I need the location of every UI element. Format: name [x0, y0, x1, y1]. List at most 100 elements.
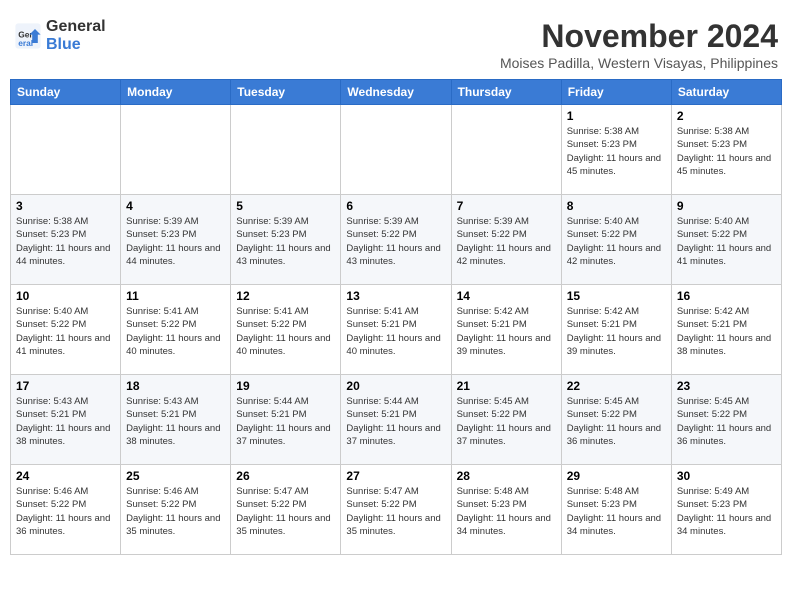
day-info: Sunrise: 5:43 AM Sunset: 5:21 PM Dayligh… [16, 395, 115, 448]
calendar-cell: 7 Sunrise: 5:39 AM Sunset: 5:22 PM Daylig… [451, 195, 561, 285]
day-of-week-header: Monday [121, 80, 231, 105]
day-info: Sunrise: 5:40 AM Sunset: 5:22 PM Dayligh… [16, 305, 115, 358]
calendar-cell: 23Sunrise: 5:45 AM Sunset: 5:22 PM Dayli… [671, 375, 781, 465]
day-of-week-header: Sunday [11, 80, 121, 105]
day-info: Sunrise: 5:46 AM Sunset: 5:22 PM Dayligh… [16, 485, 115, 538]
calendar-cell: 11Sunrise: 5:41 AM Sunset: 5:22 PM Dayli… [121, 285, 231, 375]
day-number: 21 [457, 379, 556, 393]
calendar-cell: 16 Sunrise: 5:42 AM Sunset: 5:21 PM Dayli… [671, 285, 781, 375]
day-info: Sunrise: 5:44 AM Sunset: 5:21 PM Dayligh… [236, 395, 335, 448]
day-number: 3 [16, 199, 115, 213]
day-number: 19 [236, 379, 335, 393]
day-info: Sunrise: 5:41 AM Sunset: 5:21 PM Dayligh… [346, 305, 445, 358]
day-info: Sunrise: 5:38 AM Sunset: 5:23 PM Dayligh… [677, 125, 776, 178]
day-info: Sunrise: 5:43 AM Sunset: 5:21 PM Dayligh… [126, 395, 225, 448]
day-info: Sunrise: 5:42 AM Sunset: 5:21 PM Dayligh… [457, 305, 556, 358]
day-number: 13 [346, 289, 445, 303]
day-number: 30 [677, 469, 776, 483]
calendar-cell: 28Sunrise: 5:48 AM Sunset: 5:23 PM Dayli… [451, 465, 561, 555]
day-info: Sunrise: 5:42 AM Sunset: 5:21 PM Dayligh… [677, 305, 776, 358]
day-number: 12 [236, 289, 335, 303]
day-number: 11 [126, 289, 225, 303]
day-number: 18 [126, 379, 225, 393]
logo-icon: Gen eral [14, 22, 42, 50]
calendar-cell: 15Sunrise: 5:42 AM Sunset: 5:21 PM Dayli… [561, 285, 671, 375]
calendar-cell: 25 Sunrise: 5:46 AM Sunset: 5:22 PM Dayli… [121, 465, 231, 555]
day-of-week-header: Tuesday [231, 80, 341, 105]
day-of-week-header: Thursday [451, 80, 561, 105]
calendar-cell: 10 Sunrise: 5:40 AM Sunset: 5:22 PM Dayli… [11, 285, 121, 375]
day-number: 15 [567, 289, 666, 303]
day-info: Sunrise: 5:47 AM Sunset: 5:22 PM Dayligh… [236, 485, 335, 538]
calendar-cell: 30 Sunrise: 5:49 AM Sunset: 5:23 PM Dayli… [671, 465, 781, 555]
day-number: 25 [126, 469, 225, 483]
calendar-cell: 8 Sunrise: 5:40 AM Sunset: 5:22 PM Daylig… [561, 195, 671, 285]
calendar-cell: 9 Sunrise: 5:40 AM Sunset: 5:22 PM Daylig… [671, 195, 781, 285]
calendar-cell: 22Sunrise: 5:45 AM Sunset: 5:22 PM Dayli… [561, 375, 671, 465]
day-info: Sunrise: 5:39 AM Sunset: 5:23 PM Dayligh… [236, 215, 335, 268]
calendar-cell [11, 105, 121, 195]
day-number: 2 [677, 109, 776, 123]
logo: Gen eral General Blue [14, 18, 106, 54]
calendar-cell: 17Sunrise: 5:43 AM Sunset: 5:21 PM Dayli… [11, 375, 121, 465]
day-info: Sunrise: 5:47 AM Sunset: 5:22 PM Dayligh… [346, 485, 445, 538]
calendar-cell: 13 Sunrise: 5:41 AM Sunset: 5:21 PM Dayli… [341, 285, 451, 375]
calendar-cell [341, 105, 451, 195]
calendar-cell: 24 Sunrise: 5:46 AM Sunset: 5:22 PM Dayli… [11, 465, 121, 555]
calendar-header-row: SundayMondayTuesdayWednesdayThursdayFrid… [11, 80, 782, 105]
calendar-cell: 26 Sunrise: 5:47 AM Sunset: 5:22 PM Dayli… [231, 465, 341, 555]
calendar-cell [231, 105, 341, 195]
day-number: 27 [346, 469, 445, 483]
day-of-week-header: Friday [561, 80, 671, 105]
day-number: 4 [126, 199, 225, 213]
calendar-cell: 3 Sunrise: 5:38 AM Sunset: 5:23 PM Daylig… [11, 195, 121, 285]
calendar-cell: 2 Sunrise: 5:38 AM Sunset: 5:23 PM Daylig… [671, 105, 781, 195]
day-info: Sunrise: 5:39 AM Sunset: 5:22 PM Dayligh… [457, 215, 556, 268]
day-number: 1 [567, 109, 666, 123]
day-info: Sunrise: 5:39 AM Sunset: 5:22 PM Dayligh… [346, 215, 445, 268]
calendar-cell: 14 Sunrise: 5:42 AM Sunset: 5:21 PM Dayli… [451, 285, 561, 375]
day-number: 6 [346, 199, 445, 213]
day-number: 14 [457, 289, 556, 303]
location-title: Moises Padilla, Western Visayas, Philipp… [500, 55, 778, 71]
calendar-week-row: 1 Sunrise: 5:38 AM Sunset: 5:23 PM Daylig… [11, 105, 782, 195]
logo-text: General Blue [46, 18, 106, 54]
calendar-cell: 27 Sunrise: 5:47 AM Sunset: 5:22 PM Dayli… [341, 465, 451, 555]
calendar-cell: 18 Sunrise: 5:43 AM Sunset: 5:21 PM Dayli… [121, 375, 231, 465]
calendar-cell: 19 Sunrise: 5:44 AM Sunset: 5:21 PM Dayli… [231, 375, 341, 465]
day-info: Sunrise: 5:40 AM Sunset: 5:22 PM Dayligh… [567, 215, 666, 268]
day-info: Sunrise: 5:38 AM Sunset: 5:23 PM Dayligh… [16, 215, 115, 268]
calendar-cell: 29Sunrise: 5:48 AM Sunset: 5:23 PM Dayli… [561, 465, 671, 555]
month-title: November 2024 [500, 18, 778, 55]
day-info: Sunrise: 5:39 AM Sunset: 5:23 PM Dayligh… [126, 215, 225, 268]
day-info: Sunrise: 5:41 AM Sunset: 5:22 PM Dayligh… [236, 305, 335, 358]
day-number: 9 [677, 199, 776, 213]
day-number: 5 [236, 199, 335, 213]
calendar-cell: 1 Sunrise: 5:38 AM Sunset: 5:23 PM Daylig… [561, 105, 671, 195]
day-of-week-header: Saturday [671, 80, 781, 105]
day-of-week-header: Wednesday [341, 80, 451, 105]
day-number: 20 [346, 379, 445, 393]
day-number: 24 [16, 469, 115, 483]
day-info: Sunrise: 5:48 AM Sunset: 5:23 PM Dayligh… [567, 485, 666, 538]
day-info: Sunrise: 5:38 AM Sunset: 5:23 PM Dayligh… [567, 125, 666, 178]
calendar-cell: 21Sunrise: 5:45 AM Sunset: 5:22 PM Dayli… [451, 375, 561, 465]
day-info: Sunrise: 5:46 AM Sunset: 5:22 PM Dayligh… [126, 485, 225, 538]
page-header: Gen eral General Blue November 2024 Mois… [10, 10, 782, 75]
title-block: November 2024 Moises Padilla, Western Vi… [500, 18, 778, 71]
calendar-week-row: 17Sunrise: 5:43 AM Sunset: 5:21 PM Dayli… [11, 375, 782, 465]
day-number: 8 [567, 199, 666, 213]
day-number: 7 [457, 199, 556, 213]
day-info: Sunrise: 5:49 AM Sunset: 5:23 PM Dayligh… [677, 485, 776, 538]
calendar-cell: 5 Sunrise: 5:39 AM Sunset: 5:23 PM Daylig… [231, 195, 341, 285]
day-number: 16 [677, 289, 776, 303]
day-number: 28 [457, 469, 556, 483]
calendar-table: SundayMondayTuesdayWednesdayThursdayFrid… [10, 79, 782, 555]
day-info: Sunrise: 5:44 AM Sunset: 5:21 PM Dayligh… [346, 395, 445, 448]
calendar-cell: 4 Sunrise: 5:39 AM Sunset: 5:23 PM Daylig… [121, 195, 231, 285]
day-number: 10 [16, 289, 115, 303]
calendar-cell: 20 Sunrise: 5:44 AM Sunset: 5:21 PM Dayli… [341, 375, 451, 465]
day-info: Sunrise: 5:40 AM Sunset: 5:22 PM Dayligh… [677, 215, 776, 268]
calendar-cell [451, 105, 561, 195]
day-number: 26 [236, 469, 335, 483]
